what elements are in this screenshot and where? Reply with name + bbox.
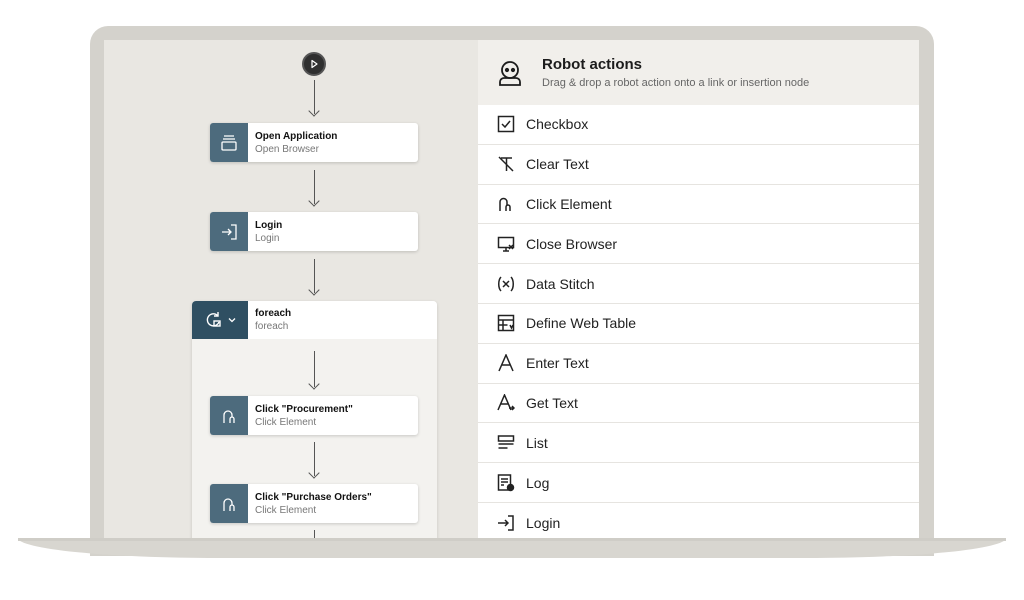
panel-subtitle: Drag & drop a robot action onto a link o… <box>542 77 810 89</box>
login-icon <box>222 223 237 240</box>
action-label: Define Web Table <box>526 315 636 332</box>
log-icon <box>496 473 516 493</box>
action-label: Data Stitch <box>526 275 595 292</box>
action-label: Log <box>526 474 550 491</box>
node-icon-bg <box>210 123 248 162</box>
login-icon <box>496 513 516 533</box>
application-icon <box>221 134 237 151</box>
action-label: Get Text <box>526 394 578 411</box>
app-screen: Open Application Open Browser Login Logi… <box>104 40 919 538</box>
enter-text-icon <box>496 353 516 373</box>
node-subtitle: Click Element <box>255 416 317 428</box>
action-item-enter-text[interactable]: Enter Text <box>478 344 919 384</box>
play-icon <box>311 59 318 69</box>
action-item-close-browser[interactable]: Close Browser <box>478 224 919 265</box>
action-label: Click Element <box>526 195 612 212</box>
node-icon-bg <box>210 212 248 251</box>
get-text-icon <box>496 393 516 413</box>
action-item-define-web-table[interactable]: Define Web Table <box>478 304 919 344</box>
data-stitch-icon <box>496 274 516 294</box>
flow-link[interactable] <box>314 170 315 204</box>
node-icon-bg <box>210 396 248 435</box>
list-icon <box>496 433 516 453</box>
node-subtitle: Login <box>255 232 280 244</box>
flow-link[interactable] <box>314 351 315 387</box>
action-label: Login <box>526 514 561 531</box>
action-label: List <box>526 434 548 451</box>
flow-link[interactable] <box>314 442 315 476</box>
start-node-play-button[interactable] <box>302 52 326 76</box>
action-label: Close Browser <box>526 235 618 252</box>
panel-header: Robot actions Drag & drop a robot action… <box>478 40 919 105</box>
mouse-click-icon <box>496 194 516 214</box>
loop-subtitle: foreach <box>255 321 289 332</box>
action-item-click-element[interactable]: Click Element <box>478 185 919 225</box>
flow-node-click-purchase-orders[interactable]: Click "Purchase Orders" Click Element <box>210 484 418 523</box>
node-title: Click "Procurement" <box>255 403 353 415</box>
flow-link[interactable] <box>314 259 315 293</box>
flow-link[interactable] <box>314 530 315 538</box>
loop-refresh-icon <box>206 312 221 327</box>
action-label: Clear Text <box>526 156 589 173</box>
node-subtitle: Click Element <box>255 504 317 516</box>
flow-link[interactable] <box>314 80 315 114</box>
node-icon-bg <box>210 484 248 523</box>
robot-icon <box>499 60 521 86</box>
checkbox-icon <box>496 114 516 134</box>
web-table-icon <box>496 313 516 333</box>
mouse-click-icon <box>223 409 235 423</box>
chevron-down-icon[interactable] <box>228 317 236 323</box>
node-title: Login <box>255 219 283 231</box>
laptop-base <box>18 538 1006 558</box>
foreach-loop-header[interactable]: foreach foreach <box>192 301 437 339</box>
action-item-clear-text[interactable]: Clear Text <box>478 145 919 185</box>
node-title: Open Application <box>255 130 338 142</box>
action-item-list[interactable]: List <box>478 423 919 464</box>
close-browser-icon <box>496 234 516 254</box>
node-title: Click "Purchase Orders" <box>255 491 372 503</box>
robot-actions-panel: Robot actions Drag & drop a robot action… <box>478 40 919 538</box>
flow-node-open-application[interactable]: Open Application Open Browser <box>210 123 418 162</box>
action-label: Checkbox <box>526 116 589 133</box>
node-subtitle: Open Browser <box>255 143 319 155</box>
mouse-click-icon <box>223 497 235 511</box>
flow-node-login[interactable]: Login Login <box>210 212 418 251</box>
action-item-checkbox[interactable]: Checkbox <box>478 105 919 145</box>
panel-title: Robot actions <box>542 56 642 73</box>
action-item-data-stitch[interactable]: Data Stitch <box>478 264 919 304</box>
flow-node-click-procurement[interactable]: Click "Procurement" Click Element <box>210 396 418 435</box>
flow-canvas[interactable]: Open Application Open Browser Login Logi… <box>104 40 478 538</box>
clear-text-icon <box>496 154 516 174</box>
action-item-get-text[interactable]: Get Text <box>478 384 919 424</box>
action-label: Enter Text <box>526 355 589 372</box>
action-item-log[interactable]: Log <box>478 463 919 503</box>
loop-title: foreach <box>255 308 292 319</box>
loop-icon-bg <box>192 301 248 339</box>
action-item-login[interactable]: Login <box>478 503 919 538</box>
